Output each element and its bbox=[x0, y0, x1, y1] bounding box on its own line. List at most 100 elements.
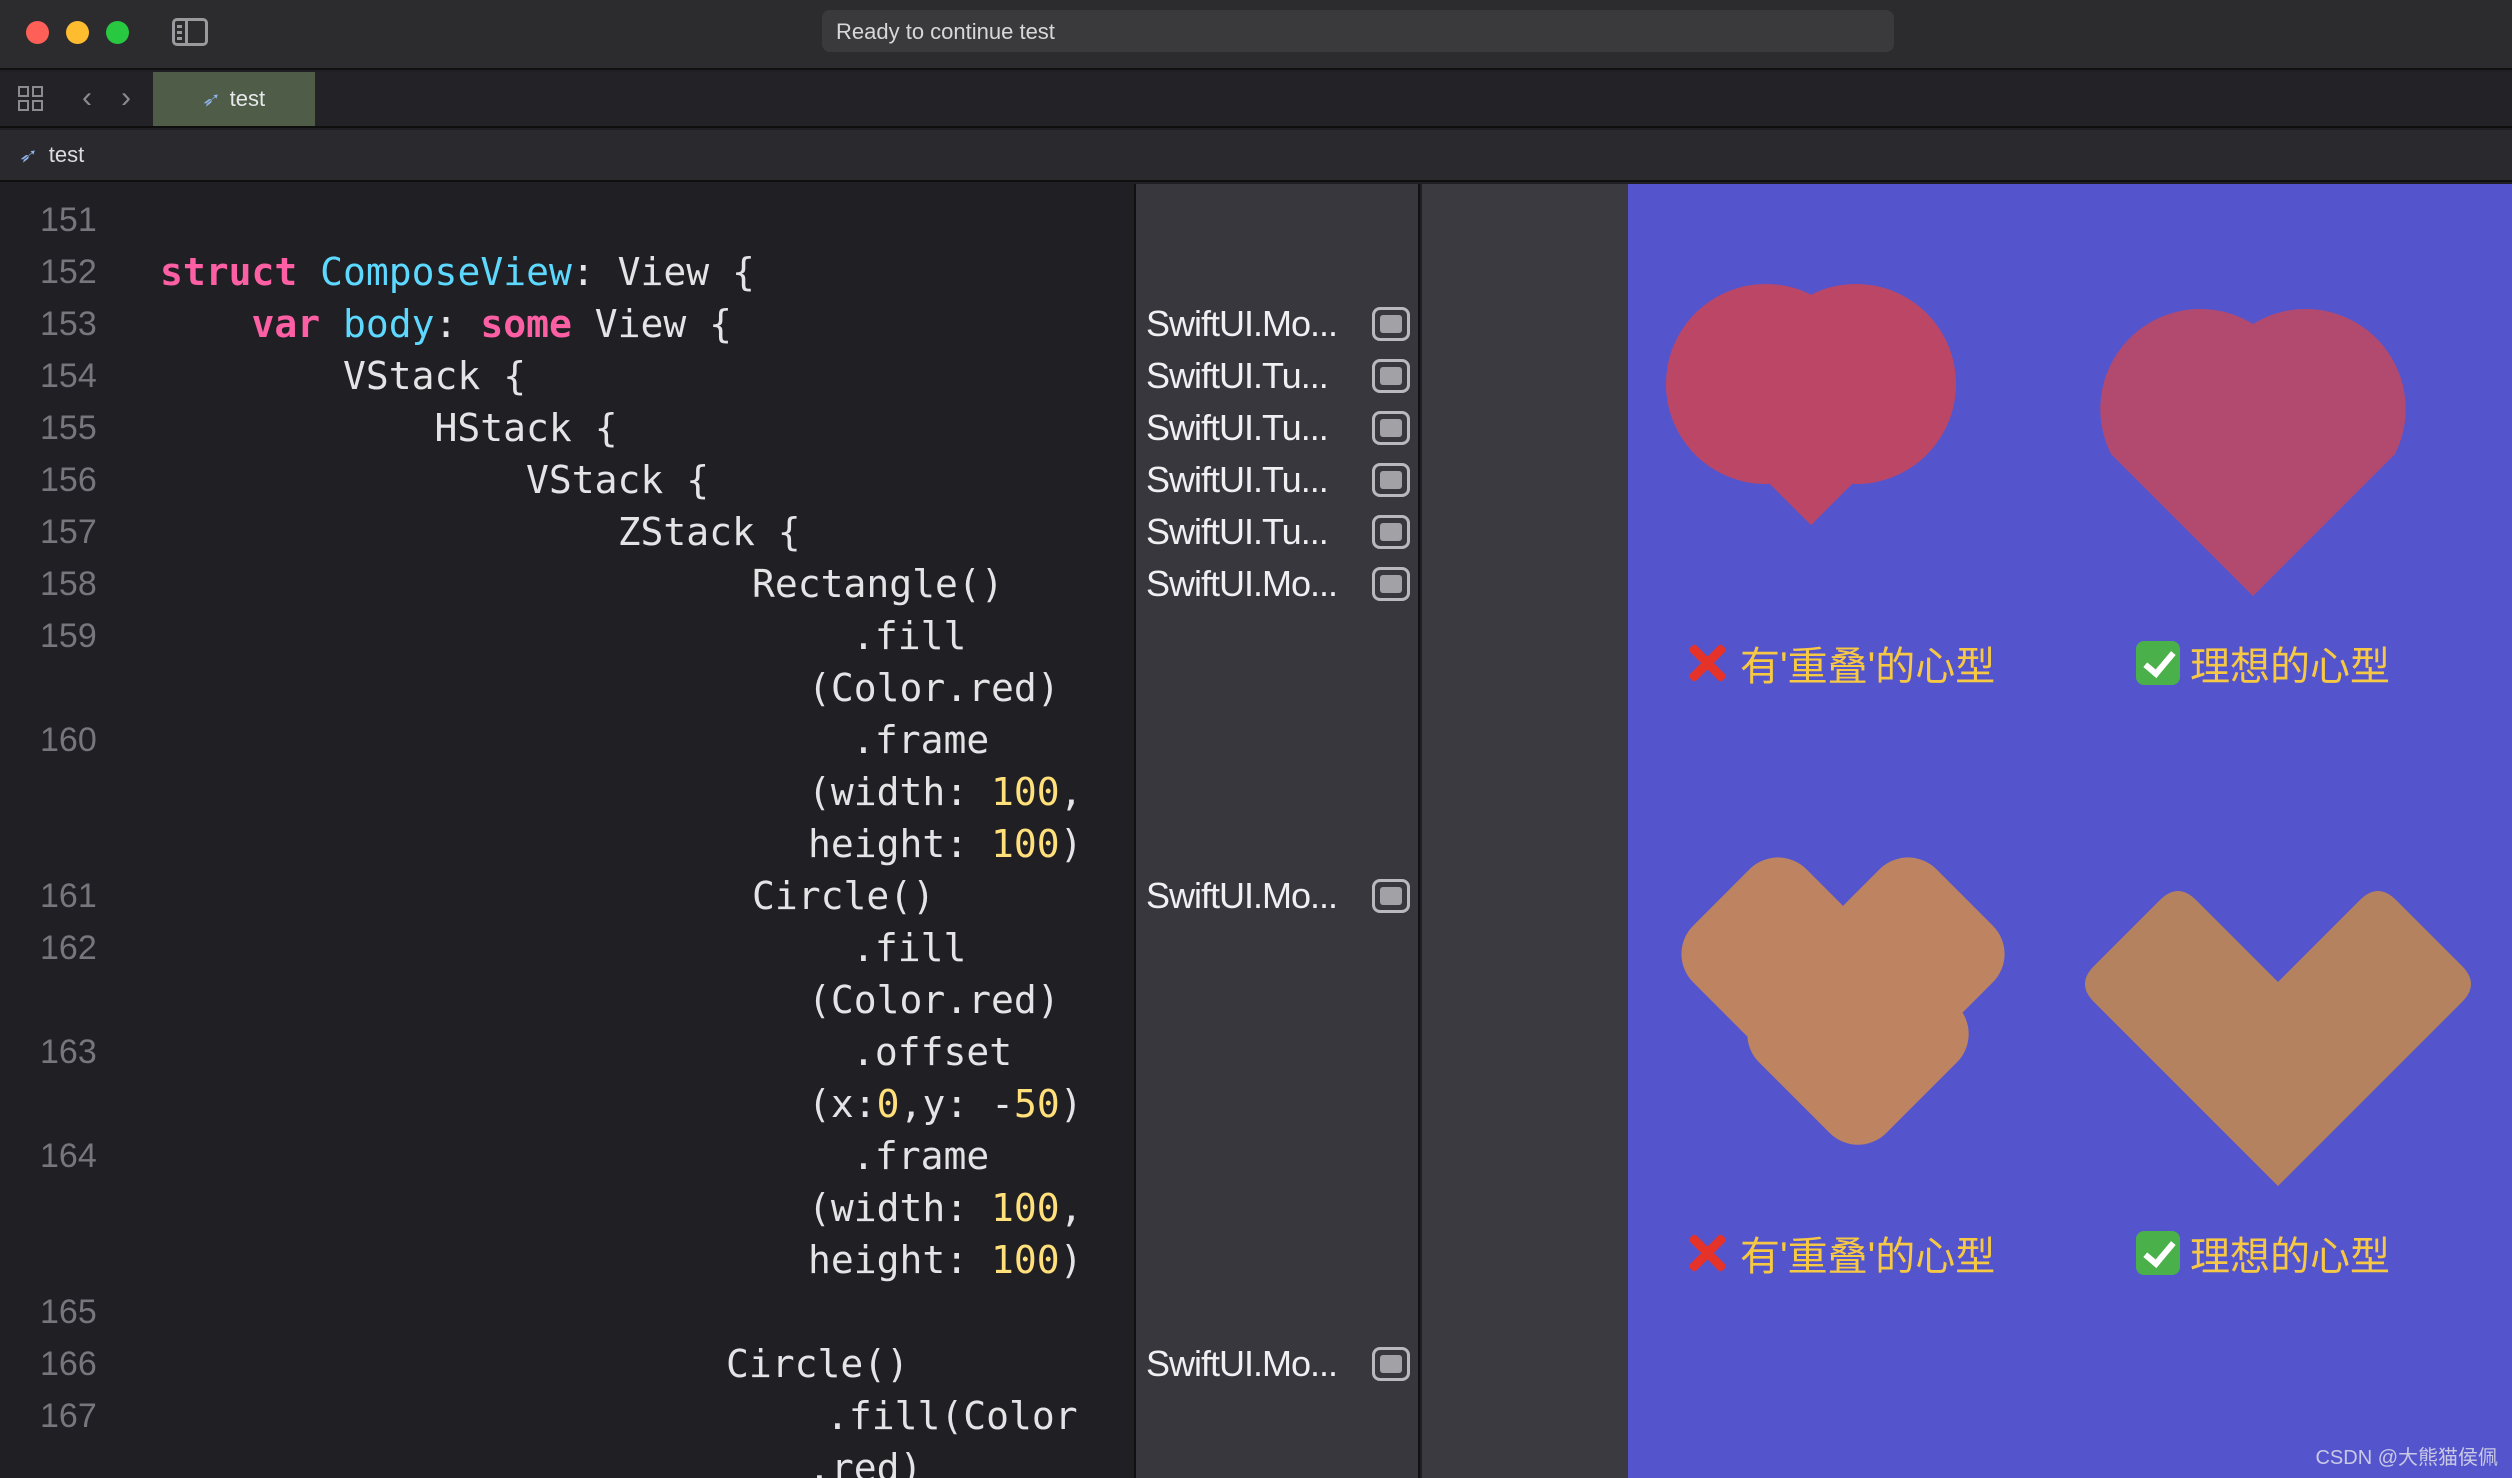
activity-viewer: Ready to continue test bbox=[822, 10, 1894, 52]
code-line[interactable]: 156 VStack { bbox=[0, 454, 1134, 506]
code-text: Circle() bbox=[752, 874, 936, 918]
result-item: SwiftUI.Tu... bbox=[1146, 405, 1410, 451]
result-label: SwiftUI.Mo... bbox=[1146, 875, 1338, 916]
result-item: SwiftUI.Tu... bbox=[1146, 457, 1410, 503]
code-line[interactable]: (Color.red) bbox=[0, 662, 1134, 714]
caption-text: 理想的心型 bbox=[2190, 1235, 2390, 1279]
show-result-icon[interactable] bbox=[1372, 411, 1410, 445]
show-result-icon[interactable] bbox=[1372, 1347, 1410, 1381]
code-line[interactable]: (Color.red) bbox=[0, 974, 1134, 1026]
line-number: 157 bbox=[40, 513, 97, 551]
code-line[interactable]: 163 .offset bbox=[0, 1026, 1134, 1078]
code-text: var body: some View { bbox=[251, 302, 733, 346]
playground-results-column: SwiftUI.Mo... SwiftUI.Tu... SwiftUI.Tu... S… bbox=[1134, 184, 1420, 1478]
code-line[interactable]: 162 .fill bbox=[0, 922, 1134, 974]
code-line[interactable]: 153 var body: some View { bbox=[0, 298, 1134, 350]
overlapping-heart-red bbox=[1666, 284, 1956, 526]
code-text: .red) bbox=[808, 1446, 923, 1478]
show-result-icon[interactable] bbox=[1372, 359, 1410, 393]
code-line[interactable]: .red) bbox=[0, 1442, 1134, 1478]
check-mark-icon bbox=[2136, 1231, 2180, 1275]
caption-ideal-bottom: 理想的心型 bbox=[2136, 1224, 2390, 1282]
code-line[interactable]: 164 .frame bbox=[0, 1130, 1134, 1182]
caption-overlap-bottom: 有'重叠'的心型 bbox=[1684, 1224, 1995, 1282]
code-text: height: 100) bbox=[808, 822, 1083, 866]
caption-text: 理想的心型 bbox=[2190, 645, 2390, 689]
live-view-gutter bbox=[1422, 184, 1628, 1478]
cross-mark-icon bbox=[1684, 1230, 1730, 1276]
tab-test[interactable]: ➶ test bbox=[153, 72, 315, 126]
zoom-window-button[interactable] bbox=[106, 21, 129, 44]
code-text: .fill bbox=[852, 926, 967, 970]
code-line[interactable]: 157 ZStack { bbox=[0, 506, 1134, 558]
live-view-preview: 有'重叠'的心型 理想的心型 有'重叠'的心型 理想的心型 CSDN @大熊猫侯… bbox=[1628, 184, 2512, 1478]
result-item: SwiftUI.Tu... bbox=[1146, 353, 1410, 399]
show-result-icon[interactable] bbox=[1372, 879, 1410, 913]
navigate-forward-icon[interactable]: › bbox=[111, 83, 141, 114]
code-line[interactable]: height: 100) bbox=[0, 1234, 1134, 1286]
watermark: CSDN @大熊猫侯佩 bbox=[2315, 1447, 2498, 1469]
code-line[interactable]: 155 HStack { bbox=[0, 402, 1134, 454]
result-item: SwiftUI.Mo... bbox=[1146, 561, 1410, 607]
line-number: 166 bbox=[40, 1345, 97, 1383]
show-result-icon[interactable] bbox=[1372, 515, 1410, 549]
line-number: 165 bbox=[40, 1293, 97, 1331]
result-label: SwiftUI.Mo... bbox=[1146, 563, 1338, 604]
show-result-icon[interactable] bbox=[1372, 567, 1410, 601]
code-line[interactable]: 159 .fill bbox=[0, 610, 1134, 662]
breadcrumb-file[interactable]: test bbox=[49, 142, 84, 168]
code-text: .frame bbox=[852, 1134, 990, 1178]
swift-file-icon: ➶ bbox=[199, 88, 223, 111]
code-line[interactable]: (width: 100, bbox=[0, 766, 1134, 818]
result-label: SwiftUI.Tu... bbox=[1146, 355, 1329, 396]
check-mark-icon bbox=[2136, 641, 2180, 685]
code-line[interactable]: 151 bbox=[0, 194, 1134, 246]
code-line[interactable]: height: 100) bbox=[0, 818, 1134, 870]
code-line[interactable]: 154 VStack { bbox=[0, 350, 1134, 402]
code-line[interactable]: 165 bbox=[0, 1286, 1134, 1338]
code-text: (width: 100, bbox=[808, 1186, 1083, 1230]
code-line[interactable]: 167 .fill(Color bbox=[0, 1390, 1134, 1442]
code-text: .offset bbox=[852, 1030, 1013, 1074]
code-line[interactable]: 152 struct ComposeView: View { bbox=[0, 246, 1134, 298]
result-label: SwiftUI.Tu... bbox=[1146, 459, 1329, 500]
result-label: SwiftUI.Tu... bbox=[1146, 511, 1329, 552]
code-text: (x:0,y: -50) bbox=[808, 1082, 1083, 1126]
line-number: 151 bbox=[40, 201, 97, 239]
line-number: 164 bbox=[40, 1137, 97, 1175]
related-items-grid-icon[interactable] bbox=[18, 86, 44, 112]
line-number: 156 bbox=[40, 461, 97, 499]
code-line[interactable]: 158 Rectangle() bbox=[0, 558, 1134, 610]
code-editor[interactable]: 151 152 struct ComposeView: View {153 var … bbox=[0, 184, 1134, 1478]
minimize-window-button[interactable] bbox=[66, 21, 89, 44]
code-text: .fill(Color bbox=[826, 1394, 1078, 1438]
caption-overlap-top: 有'重叠'的心型 bbox=[1684, 634, 1995, 692]
close-window-button[interactable] bbox=[26, 21, 49, 44]
show-result-icon[interactable] bbox=[1372, 463, 1410, 497]
line-number: 152 bbox=[40, 253, 97, 291]
line-number: 154 bbox=[40, 357, 97, 395]
code-text: .frame bbox=[852, 718, 990, 762]
cross-mark-icon bbox=[1684, 640, 1730, 686]
code-line[interactable]: 166 Circle() bbox=[0, 1338, 1134, 1390]
swift-file-icon: ➶ bbox=[16, 144, 40, 167]
code-line[interactable]: (width: 100, bbox=[0, 1182, 1134, 1234]
code-text: VStack { bbox=[526, 458, 710, 502]
result-label: SwiftUI.Mo... bbox=[1146, 303, 1338, 344]
sidebar-toggle-icon[interactable] bbox=[172, 18, 208, 46]
activity-status: Ready to continue test bbox=[836, 19, 1055, 44]
line-number: 162 bbox=[40, 929, 97, 967]
navigate-back-icon[interactable]: ‹ bbox=[72, 83, 102, 114]
result-item: SwiftUI.Tu... bbox=[1146, 509, 1410, 555]
line-number: 153 bbox=[40, 305, 97, 343]
result-label: SwiftUI.Tu... bbox=[1146, 407, 1329, 448]
code-line[interactable]: 161 Circle() bbox=[0, 870, 1134, 922]
code-line[interactable]: 160 .frame bbox=[0, 714, 1134, 766]
caption-text: 有'重叠'的心型 bbox=[1740, 645, 1996, 689]
code-line[interactable]: (x:0,y: -50) bbox=[0, 1078, 1134, 1130]
show-result-icon[interactable] bbox=[1372, 307, 1410, 341]
result-item: SwiftUI.Mo... bbox=[1146, 301, 1410, 347]
code-text: Circle() bbox=[726, 1342, 910, 1386]
result-label: SwiftUI.Mo... bbox=[1146, 1343, 1338, 1384]
code-text: height: 100) bbox=[808, 1238, 1083, 1282]
